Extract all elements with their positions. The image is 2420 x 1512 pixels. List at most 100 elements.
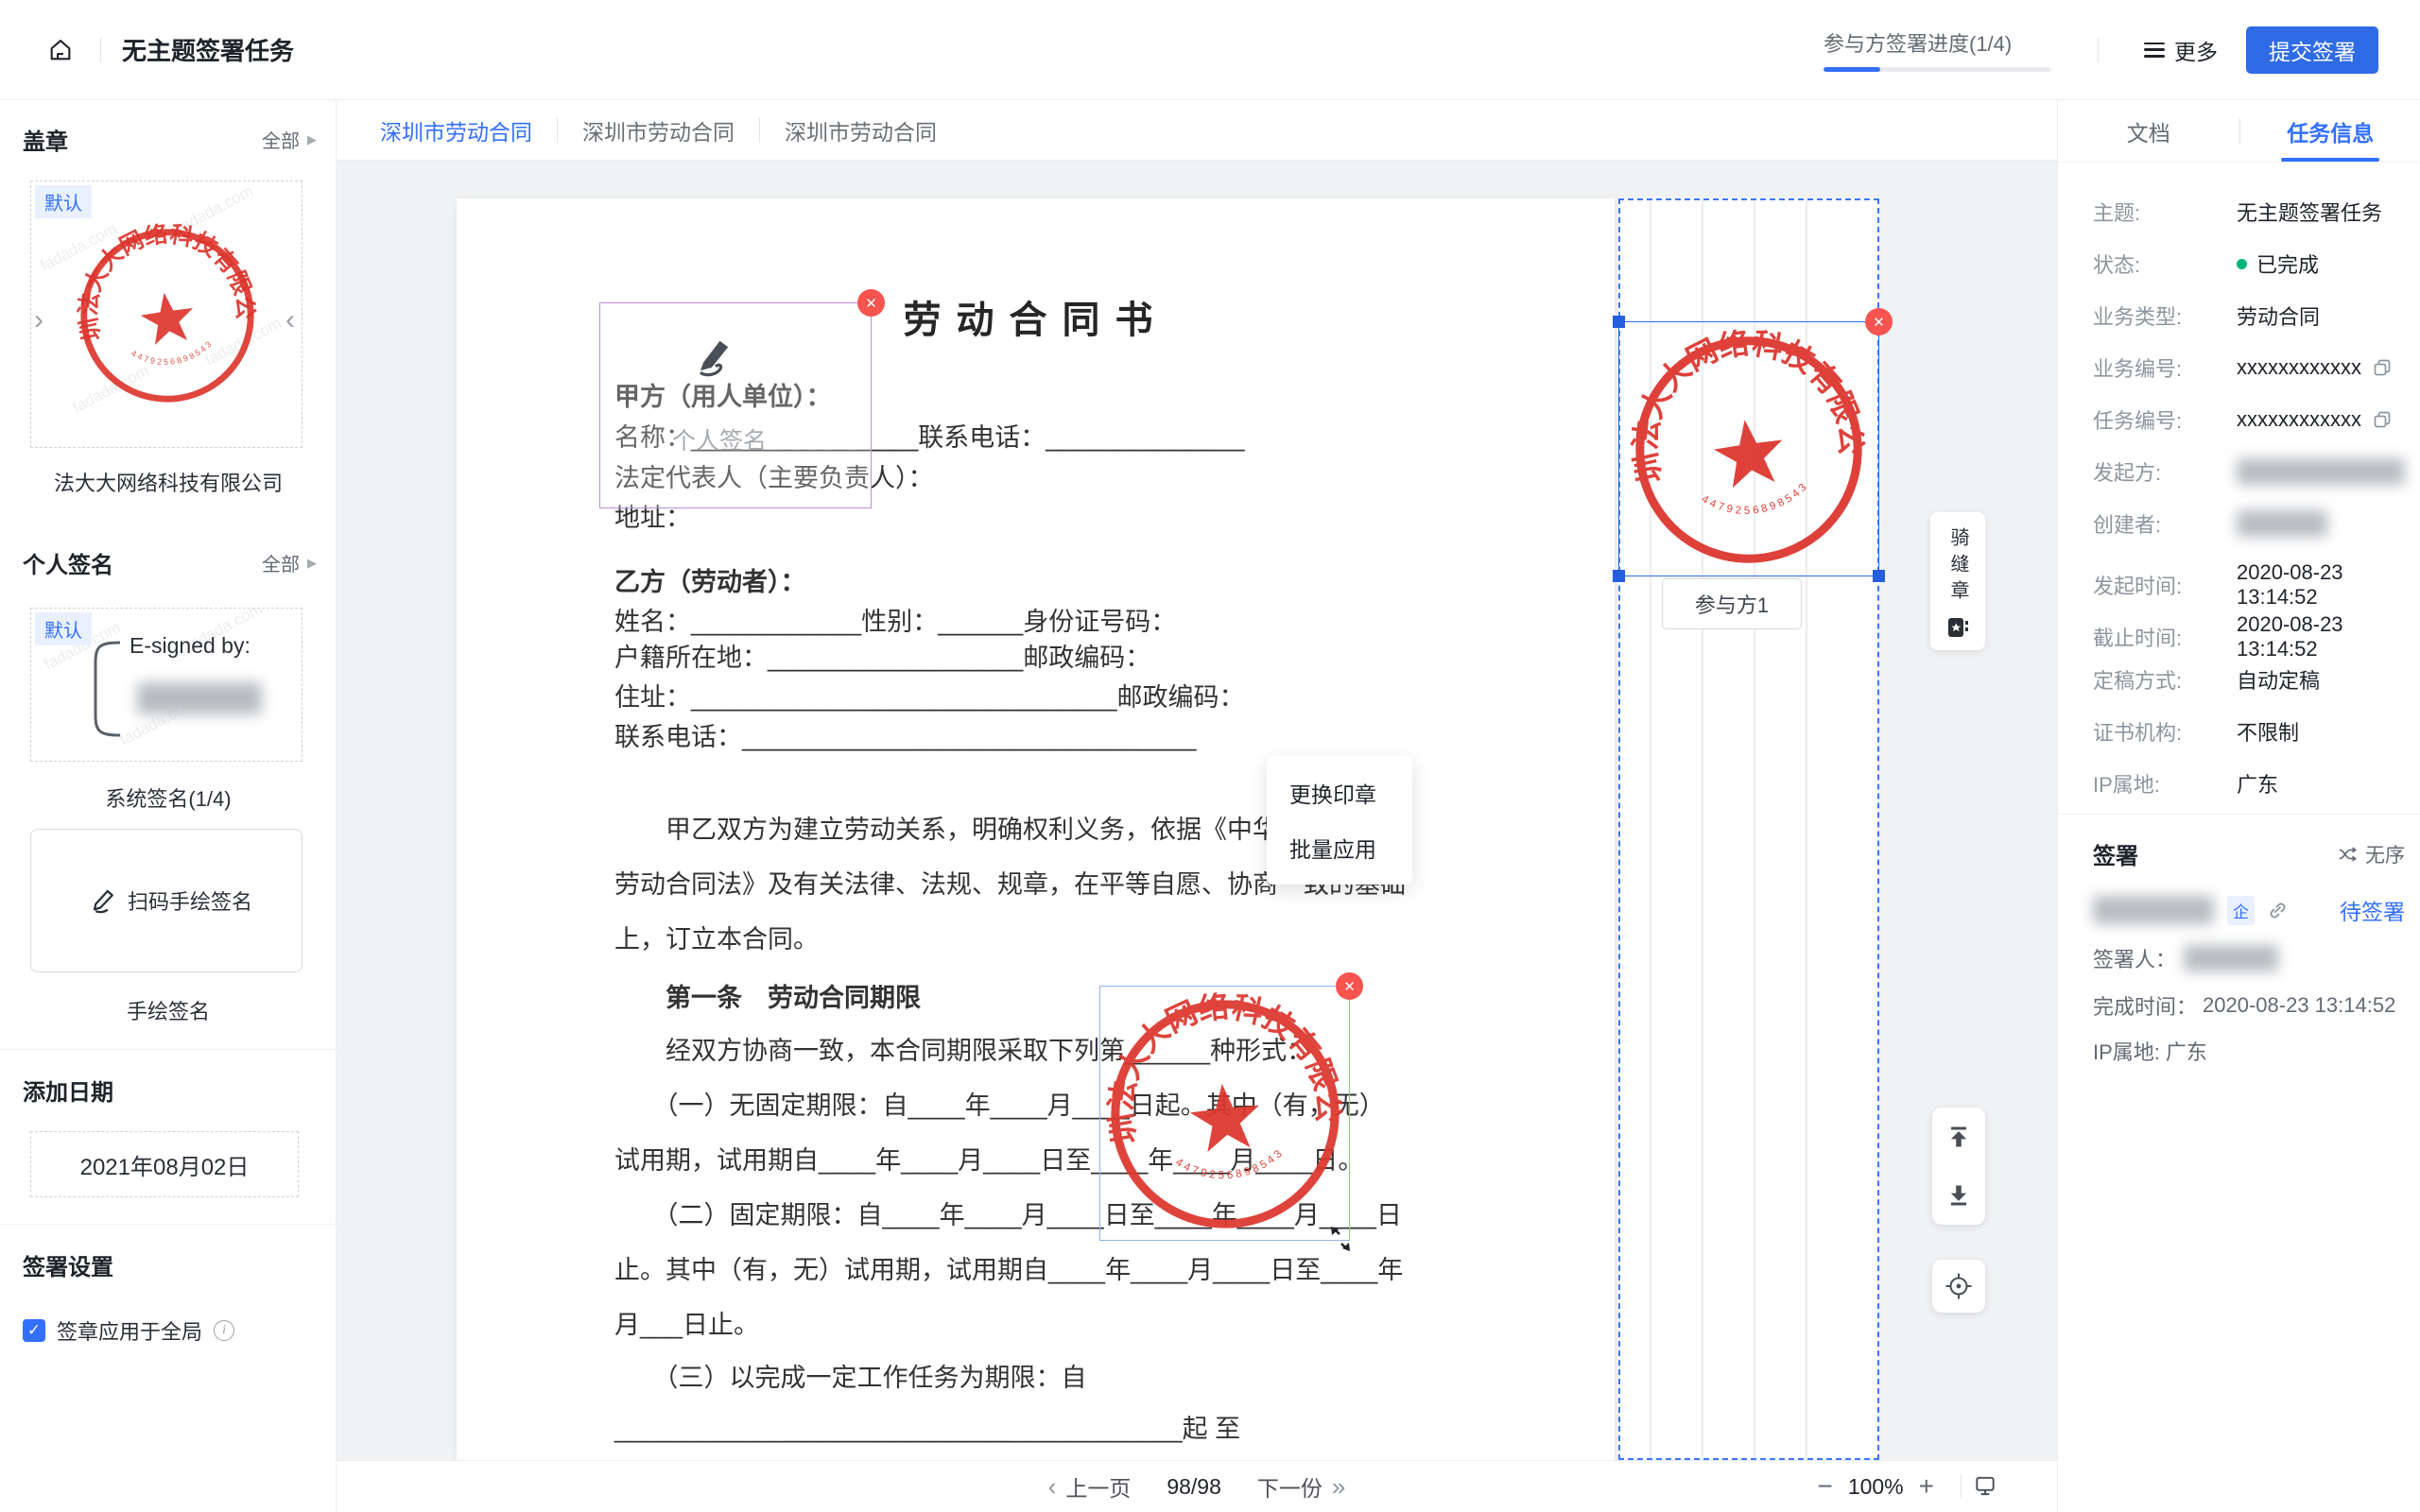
apply-global-label: 签章应用于全局 [57, 1315, 202, 1346]
svg-text:4479256898543: 4479256898543 [129, 337, 217, 372]
more-menu-button[interactable]: 更多 [2144, 34, 2218, 66]
add-date-box[interactable]: 2021年08月02日 [30, 1131, 299, 1197]
topbar-divider-2 [2098, 38, 2099, 62]
document-seal-selection[interactable]: 深圳法大大网络科技有限公司 4479256898543 ✕ [1099, 986, 1350, 1241]
menu-item-replace-seal[interactable]: 更换印章 [1267, 765, 1412, 820]
seal-carousel-prev[interactable]: › [34, 306, 43, 335]
signing-progress-label: 参与方签署进度(1/4) [1824, 27, 2012, 58]
menu-item-batch-apply[interactable]: 批量应用 [1267, 820, 1412, 875]
personal-signature-card[interactable]: 默认 fadada.com fadada.com fadada.com E-si… [30, 608, 302, 762]
copy-icon[interactable] [2373, 358, 2392, 377]
apply-global-checkbox[interactable]: ✓ [23, 1319, 45, 1342]
document-line: 上，订立本合同。 [614, 919, 1569, 955]
document-line: （二）固定期限：自____年____月____日至____年____月____日 [614, 1194, 1569, 1231]
remove-cross-seal-button[interactable]: ✕ [1865, 308, 1893, 335]
scroll-to-top-button[interactable] [1945, 1124, 1972, 1150]
home-button[interactable] [42, 31, 79, 69]
watermark-text: fadada.com [38, 219, 121, 275]
personal-sign-section-header: 个人签名 全部 ▶ [23, 546, 317, 579]
zoom-out-button[interactable]: − [1802, 1471, 1847, 1502]
scan-handwrite-label: 扫码手绘签名 [128, 885, 252, 916]
participant-row: 企 待签署 [2093, 894, 2405, 926]
chevron-right-icon: ▶ [307, 556, 317, 571]
resize-handle-top-left[interactable] [1613, 316, 1625, 328]
copy-icon[interactable] [2373, 410, 2392, 429]
redacted-participant-name [2093, 896, 2214, 924]
company-seal-card[interactable]: 默认 fadada.com fadada.com fadada.com fada… [30, 180, 302, 448]
cross-seal-icon [1946, 616, 1969, 639]
info-row-initiator: 发起方: [2093, 456, 2405, 487]
seal-carousel-next[interactable]: ‹ [285, 306, 295, 335]
next-doc-button[interactable]: 下一份 [1257, 1470, 1322, 1503]
bottom-bar: ‹ 上一页 98/98 下一份 » − 100% + [337, 1460, 2057, 1512]
seal-all-link[interactable]: 全部 ▶ [262, 126, 317, 153]
submit-sign-button[interactable]: 提交签署 [2246, 26, 2378, 74]
document-line: ________________________________________… [614, 1408, 1569, 1445]
cross-seal-label: 骑缝章 [1944, 527, 1972, 607]
zoom-in-button[interactable]: + [1904, 1471, 1949, 1502]
doc-tab-3[interactable]: 深圳市劳动合同 [760, 114, 961, 146]
panel-divider [2058, 814, 2420, 815]
company-seal-image: 深圳法大大网络科技有限公司 4479256898543 [62, 211, 271, 420]
seal-section-title: 盖章 [23, 123, 68, 156]
sign-ip-row: IP属地: 广东 [2093, 1036, 2405, 1066]
sign-status[interactable]: 待签署 [2340, 894, 2405, 926]
sign-order-toggle[interactable]: 无序 [2337, 840, 2405, 868]
info-row-biz-no: 业务编号: xxxxxxxxxxxx [2093, 352, 2405, 383]
remove-seal-button[interactable]: ✕ [1336, 972, 1363, 1000]
personal-sign-placeholder[interactable]: 个人签名 ✕ [599, 302, 872, 508]
zoom-controls: − 100% + [1802, 1471, 1997, 1502]
resize-handle-bottom-right[interactable] [1873, 570, 1885, 582]
document-line: 止。其中（有，无）试用期，试用期自____年____月____日至____年 [614, 1249, 1569, 1286]
handwrite-caption: 手绘签名 [0, 995, 337, 1025]
tab-document[interactable]: 文档 [2058, 100, 2239, 162]
more-label: 更多 [2174, 34, 2218, 66]
shuffle-icon [2337, 844, 2358, 865]
check-icon: ✓ [27, 1321, 41, 1340]
doc-tab-2[interactable]: 深圳市劳动合同 [558, 114, 759, 146]
placeholder-label: 个人签名 [672, 422, 767, 456]
date-section-title: 添加日期 [23, 1074, 113, 1107]
resize-handle-bottom-left[interactable] [1613, 570, 1625, 582]
panel-tabs: 文档 任务信息 [2058, 100, 2420, 163]
document-line: （三）以完成一定工作任务为期限：自 [614, 1357, 1569, 1394]
sign-section-header: 签署 无序 [2093, 837, 2405, 870]
participant-tag[interactable]: 参与方1 [1662, 578, 1802, 629]
pen-icon [689, 332, 738, 381]
scan-handwrite-button[interactable]: 扫码手绘签名 [30, 829, 302, 972]
prev-page-button[interactable]: 上一页 [1065, 1470, 1131, 1503]
watermark-text: fadada.com [202, 314, 285, 369]
tab-task-info[interactable]: 任务信息 [2240, 100, 2420, 162]
cross-page-seal-button[interactable]: 骑缝章 [1930, 512, 1985, 650]
locate-button[interactable] [1932, 1260, 1985, 1313]
info-row-creator: 创建者: [2093, 508, 2405, 539]
signer-row: 签署人： [2093, 943, 2405, 973]
personal-sign-all-link[interactable]: 全部 ▶ [262, 549, 317, 576]
document-line: 联系电话：________________________________ [614, 716, 1569, 753]
doc-tab-1[interactable]: 深圳市劳动合同 [355, 114, 557, 146]
chevron-right-icon: ▶ [307, 132, 317, 147]
info-row-finalize-mode: 定稿方式: 自动定稿 [2093, 664, 2405, 695]
document-canvas[interactable]: 劳动合同书 甲方（用人单位）： 名称：________________联系电话：… [337, 161, 2057, 1460]
app-window: 无主题签署任务 参与方签署进度(1/4) 更多 提交签署 盖章 全部 ▶ [0, 0, 2420, 1512]
left-sidebar: 盖章 全部 ▶ 默认 fadada.com fadada.com fadada.… [0, 100, 337, 1512]
org-badge: 企 [2227, 896, 2255, 925]
remove-placeholder-button[interactable]: ✕ [857, 289, 885, 317]
esign-bracket-icon [71, 637, 128, 741]
info-row-task-no: 任务编号: xxxxxxxxxxxx [2093, 404, 2405, 435]
info-icon[interactable]: i [214, 1320, 234, 1341]
cross-page-seal-selection[interactable]: 深圳法大大网络科技有限公司 4479256898543 ✕ [1618, 321, 1879, 576]
pen-icon [90, 886, 118, 915]
apply-global-row: ✓ 签章应用于全局 i [23, 1315, 234, 1346]
document-tabs: 深圳市劳动合同 深圳市劳动合同 深圳市劳动合同 [337, 100, 2057, 161]
prev-page-arrow-icon[interactable]: ‹ [1039, 1472, 1066, 1502]
settings-section-title: 签署设置 [23, 1248, 113, 1281]
fit-page-button[interactable] [1973, 1474, 1997, 1499]
topbar-divider [100, 38, 101, 62]
next-doc-arrow-icon[interactable]: » [1322, 1472, 1355, 1502]
document-line: 月___日止。 [614, 1304, 1569, 1341]
system-sign-caption: 系统签名(1/4) [0, 782, 337, 813]
link-icon[interactable] [2266, 899, 2289, 921]
redacted-signature-name [137, 682, 262, 714]
scroll-to-bottom-button[interactable] [1945, 1182, 1972, 1209]
